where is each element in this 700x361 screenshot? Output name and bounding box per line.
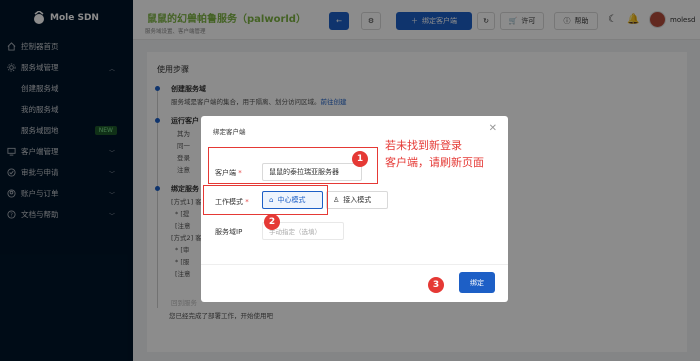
annotation-number-3: 3: [428, 277, 444, 293]
annotation-number-1: 1: [352, 151, 368, 167]
annotation-box-client: [208, 147, 378, 184]
annotation-note-line1: 若未找到新登录: [385, 139, 462, 152]
annotation-note-line2: 客户端，请刷新页面: [385, 156, 484, 169]
annotation-number-2: 2: [264, 214, 280, 230]
user-icon: ♙: [333, 196, 340, 204]
close-icon[interactable]: ✕: [489, 123, 497, 134]
annotation-note: 若未找到新登录 客户端，请刷新页面: [385, 137, 484, 171]
bind-button[interactable]: 绑定: [459, 272, 495, 293]
modal-divider: [201, 264, 508, 265]
ip-label: 服务域IP: [215, 228, 243, 236]
access-mode-option[interactable]: ♙ 接入模式: [326, 191, 388, 209]
annotation-box-mode: [203, 185, 328, 215]
access-mode-label: 接入模式: [343, 196, 372, 204]
modal-title: 绑定客户端: [213, 128, 246, 136]
